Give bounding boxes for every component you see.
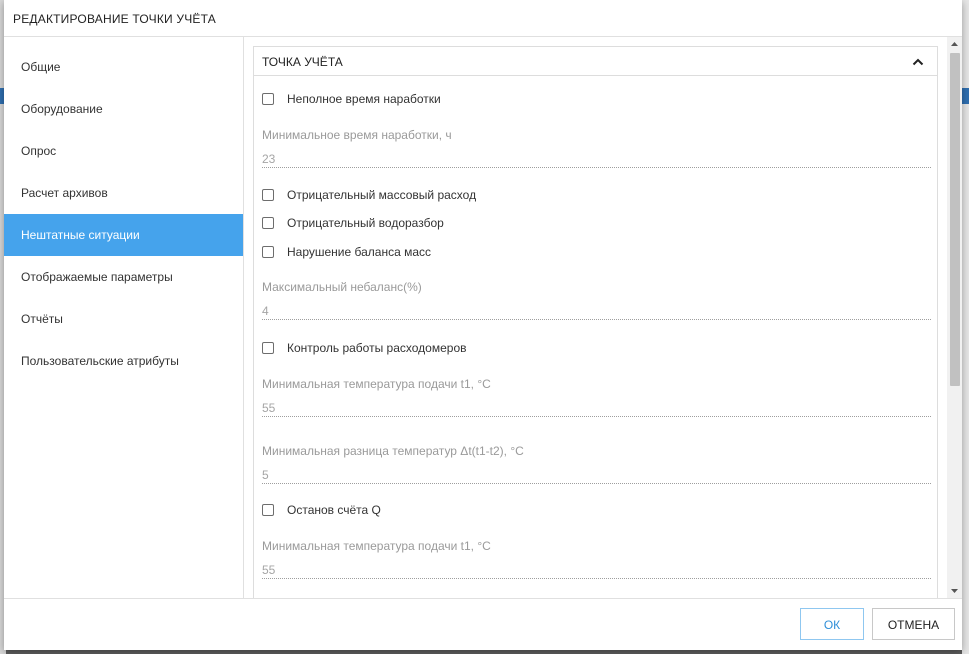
dialog-title: РЕДАКТИРОВАНИЕ ТОЧКИ УЧЁТА	[13, 12, 216, 26]
min-supply-temp-input[interactable]	[262, 399, 931, 417]
cancel-button[interactable]: ОТМЕНА	[872, 608, 955, 640]
checkbox-label: Отрицательный водоразбор	[287, 216, 444, 230]
chevron-up-icon[interactable]	[910, 54, 926, 70]
settings-content: ТОЧКА УЧЁТА Неполное время наработки Мин…	[245, 37, 947, 598]
checkbox-box[interactable]	[262, 189, 274, 201]
field-label: Минимальное время наработки, ч	[262, 128, 452, 142]
content-scrollbar[interactable]	[947, 37, 962, 598]
checkbox-label: Контроль работы расходомеров	[287, 341, 467, 355]
checkbox-label: Отрицательный массовый расход	[287, 188, 477, 202]
section-header: ТОЧКА УЧЁТА	[254, 47, 937, 76]
scroll-up-arrow-icon[interactable]	[947, 37, 962, 51]
nav-item-polling[interactable]: Опрос	[4, 130, 243, 172]
nav-item-general[interactable]: Общие	[4, 46, 243, 88]
checkbox-label: Останов счёта Q	[287, 503, 381, 517]
settings-nav: Общие Оборудование Опрос Расчет архивов …	[4, 37, 244, 598]
checkbox-box[interactable]	[262, 342, 274, 354]
field-label: Максимальный небаланс(%)	[262, 280, 422, 294]
ok-button[interactable]: ОК	[800, 608, 864, 640]
checkbox-box[interactable]	[262, 217, 274, 229]
nav-item-emergency-situations[interactable]: Нештатные ситуации	[4, 214, 243, 256]
field-label: Минимальная разница температур Δt(t1-t2)…	[262, 444, 524, 458]
checkbox-box[interactable]	[262, 504, 274, 516]
checkbox-label: Неполное время наработки	[287, 92, 441, 106]
field-label: Минимальная температура подачи t1, °C	[262, 377, 491, 391]
checkbox-box[interactable]	[262, 246, 274, 258]
section-title: ТОЧКА УЧЁТА	[262, 55, 343, 69]
scroll-down-arrow-icon[interactable]	[947, 584, 962, 598]
metering-point-section: ТОЧКА УЧЁТА Неполное время наработки Мин…	[253, 46, 938, 598]
field-label: Минимальная температура подачи t1, °C	[262, 539, 491, 553]
background-app-header-right	[962, 88, 969, 104]
nav-item-user-attributes[interactable]: Пользовательские атрибуты	[4, 340, 243, 382]
scrollbar-thumb[interactable]	[950, 53, 960, 386]
min-temp-diff-input[interactable]	[262, 466, 931, 484]
edit-metering-point-dialog: РЕДАКТИРОВАНИЕ ТОЧКИ УЧЁТА Общие Оборудо…	[4, 0, 962, 650]
checkbox-box[interactable]	[262, 93, 274, 105]
nav-item-archive-calculation[interactable]: Расчет архивов	[4, 172, 243, 214]
max-imbalance-input[interactable]	[262, 302, 931, 320]
nav-item-displayed-parameters[interactable]: Отображаемые параметры	[4, 256, 243, 298]
dialog-footer: ОК ОТМЕНА	[4, 598, 962, 650]
dialog-header: РЕДАКТИРОВАНИЕ ТОЧКИ УЧЁТА	[4, 0, 962, 37]
nav-item-reports[interactable]: Отчёты	[4, 298, 243, 340]
min-runtime-input[interactable]	[262, 150, 931, 168]
nav-item-equipment[interactable]: Оборудование	[4, 88, 243, 130]
min-supply-temp-q-input[interactable]	[262, 561, 931, 579]
checkbox-label: Нарушение баланса масс	[287, 245, 432, 259]
